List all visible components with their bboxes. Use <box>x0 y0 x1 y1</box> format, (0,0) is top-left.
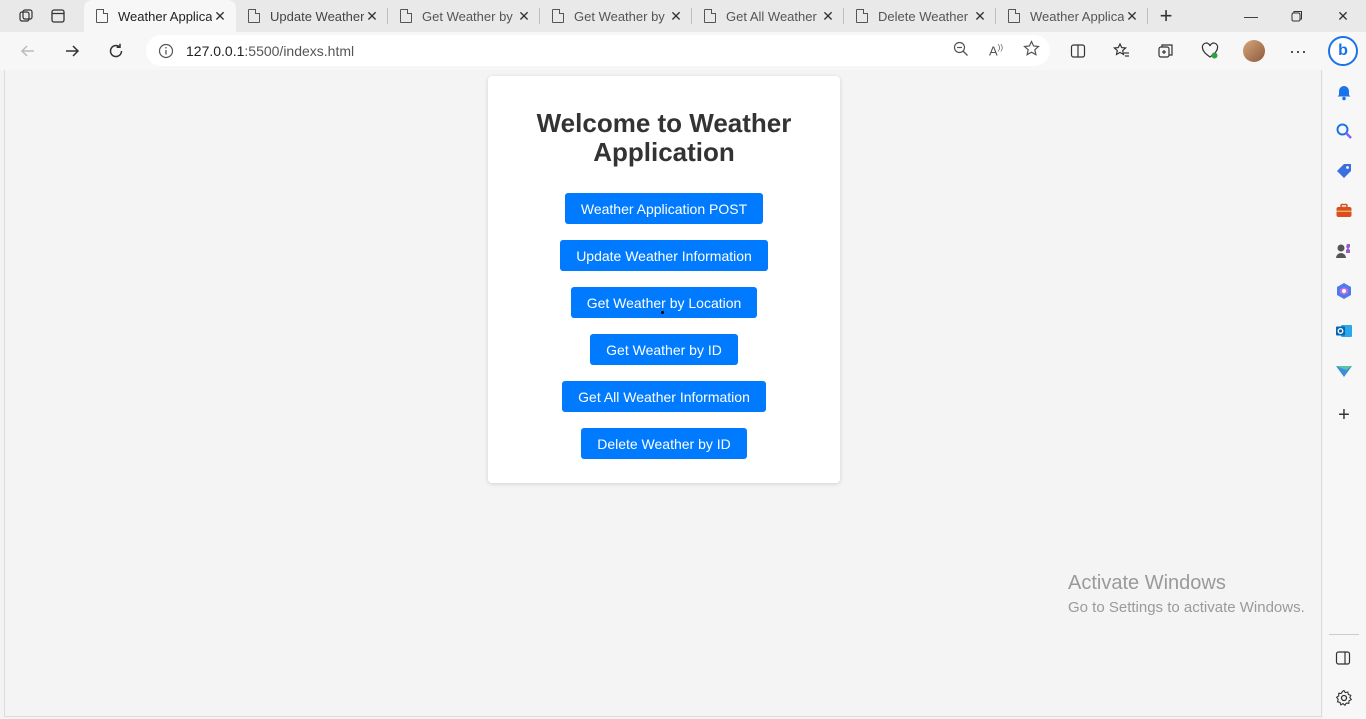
url-text: 127.0.0.1:5500/indexs.html <box>186 43 354 59</box>
page-viewport: Welcome to Weather Application Weather A… <box>4 70 1322 717</box>
more-icon[interactable]: ··· <box>1276 32 1320 70</box>
window-controls: — ✕ <box>1228 0 1366 32</box>
tab[interactable]: Update Weather ✕ <box>236 0 388 32</box>
tab[interactable]: Get All Weather ✕ <box>692 0 844 32</box>
star-icon[interactable] <box>1023 40 1040 61</box>
browser-toolbar: 127.0.0.1:5500/indexs.html A)) ··· <box>0 32 1366 70</box>
workspaces-icon[interactable] <box>10 0 42 32</box>
shopping-icon[interactable] <box>1335 162 1353 180</box>
new-tab-icon[interactable]: + <box>1148 0 1184 32</box>
tab[interactable]: Weather Applica ✕ <box>84 0 236 32</box>
tab[interactable]: Weather Applica ✕ <box>996 0 1148 32</box>
bing-icon[interactable]: b <box>1328 36 1358 66</box>
close-icon[interactable]: ✕ <box>1124 8 1140 25</box>
page-icon <box>1008 9 1020 23</box>
tools-icon[interactable] <box>1335 202 1353 220</box>
tab-actions-icon[interactable] <box>42 0 74 32</box>
edge-sidebar: + <box>1323 70 1366 719</box>
tab[interactable]: Get Weather by ✕ <box>388 0 540 32</box>
browser-essentials-icon[interactable] <box>1188 32 1232 70</box>
close-icon[interactable]: ✕ <box>212 8 228 25</box>
avatar <box>1243 40 1265 62</box>
tab-title: Update Weather <box>270 8 364 24</box>
get-weather-by-id-button[interactable]: Get Weather by ID <box>590 334 738 365</box>
read-aloud-icon[interactable]: A)) <box>989 43 1003 58</box>
page-icon <box>552 9 564 23</box>
page-icon <box>400 9 412 23</box>
url-host: 127.0.0.1 <box>186 42 245 59</box>
delete-weather-by-id-button[interactable]: Delete Weather by ID <box>581 428 747 459</box>
page-icon <box>704 9 716 23</box>
page-icon <box>248 9 260 23</box>
info-icon[interactable] <box>146 43 186 59</box>
tab[interactable]: Get Weather by ✕ <box>540 0 692 32</box>
outlook-icon[interactable] <box>1335 322 1353 340</box>
copilot-icon[interactable] <box>1335 282 1353 300</box>
url-path: :5500/indexs.html <box>244 42 355 59</box>
bell-icon[interactable] <box>1335 83 1353 101</box>
back-arrow-icon[interactable] <box>6 32 50 70</box>
close-icon[interactable]: ✕ <box>516 8 532 25</box>
close-icon[interactable]: ✕ <box>364 8 380 25</box>
drop-icon[interactable] <box>1335 362 1353 380</box>
tab-title: Get Weather by <box>574 8 665 24</box>
weather-post-button[interactable]: Weather Application POST <box>564 193 764 224</box>
page-icon <box>96 9 108 23</box>
add-icon[interactable]: + <box>1335 405 1353 425</box>
tab[interactable]: Delete Weather ✕ <box>844 0 996 32</box>
page-icon <box>856 9 868 23</box>
restore-icon[interactable] <box>1274 0 1320 32</box>
profile-avatar[interactable] <box>1232 32 1276 70</box>
games-icon[interactable] <box>1335 242 1353 260</box>
sidebar-toggle-icon[interactable] <box>1335 650 1353 668</box>
refresh-icon[interactable] <box>94 32 138 70</box>
collections-icon[interactable] <box>1144 32 1188 70</box>
tab-title: Get Weather by <box>422 8 513 24</box>
tab-strip: Weather Applica ✕ Update Weather ✕ Get W… <box>0 0 1366 32</box>
settings-icon[interactable] <box>1335 689 1353 707</box>
get-weather-by-location-button[interactable]: Get Weather by Location <box>570 287 758 318</box>
update-weather-button[interactable]: Update Weather Information <box>560 240 768 271</box>
close-window-icon[interactable]: ✕ <box>1320 0 1366 32</box>
forward-arrow-icon[interactable] <box>50 32 94 70</box>
welcome-card: Welcome to Weather Application Weather A… <box>488 76 840 483</box>
close-icon[interactable]: ✕ <box>972 8 988 25</box>
minimize-icon[interactable]: — <box>1228 0 1274 32</box>
favorites-icon[interactable] <box>1100 32 1144 70</box>
get-all-weather-button[interactable]: Get All Weather Information <box>562 381 766 412</box>
tab-title: Delete Weather <box>878 8 969 24</box>
split-screen-icon[interactable] <box>1056 32 1100 70</box>
address-bar[interactable]: 127.0.0.1:5500/indexs.html A)) <box>146 35 1050 66</box>
search-icon[interactable] <box>1335 122 1353 140</box>
close-icon[interactable]: ✕ <box>668 8 684 25</box>
tab-title: Weather Applica <box>1030 8 1124 24</box>
watermark-title: Activate Windows <box>1068 572 1226 594</box>
close-icon[interactable]: ✕ <box>820 8 836 25</box>
windows-activation-watermark: Activate Windows Go to Settings to activ… <box>1068 572 1305 616</box>
page-title: Welcome to Weather Application <box>536 108 792 167</box>
mouse-cursor <box>661 311 664 314</box>
button-list: Weather Application POST Update Weather … <box>488 193 840 475</box>
tab-title: Weather Applica <box>118 8 212 24</box>
zoom-out-icon[interactable] <box>953 41 969 61</box>
tab-title: Get All Weather <box>726 8 817 24</box>
watermark-subtitle: Go to Settings to activate Windows. <box>1068 599 1305 616</box>
